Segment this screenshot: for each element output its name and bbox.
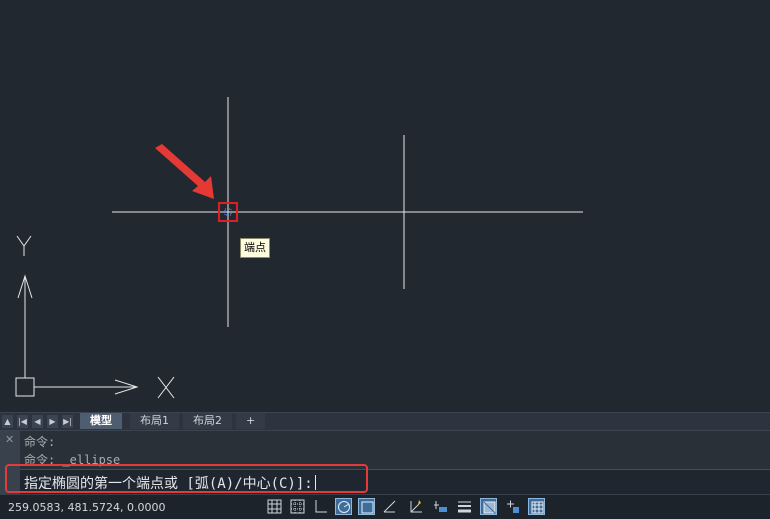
selection-cycling-icon[interactable]	[504, 498, 521, 515]
tab-add-layout[interactable]: +	[236, 413, 266, 429]
object-snap-icon[interactable]	[358, 498, 375, 515]
first-tab-icon[interactable]: |◀	[17, 415, 28, 428]
tab-model[interactable]: 模型	[80, 413, 122, 429]
layout-tab-bar: ▲ |◀ ◀ ▶ ▶| 模型 布局1 布局2 +	[0, 412, 770, 430]
snap-mode-icon[interactable]	[289, 498, 306, 515]
grid-display-icon[interactable]	[266, 498, 283, 515]
lineweight-icon[interactable]	[456, 498, 473, 515]
tab-layout2[interactable]: 布局2	[183, 413, 232, 429]
ucs-y-label	[16, 235, 32, 247]
command-input[interactable]: 指定椭圆的第一个端点或 [弧(A)/中心(C)]:	[20, 469, 770, 496]
next-tab-icon[interactable]: ▶	[47, 415, 58, 428]
command-gutter: ✕	[0, 431, 20, 495]
annotation-monitor-icon[interactable]	[528, 498, 545, 515]
drawing-canvas[interactable]	[0, 0, 770, 412]
close-icon[interactable]: ✕	[5, 433, 14, 446]
tab-scroll-up-icon[interactable]: ▲	[2, 415, 13, 428]
dynamic-ucs-icon[interactable]	[407, 498, 424, 515]
status-bar: 259.0583, 481.5724, 0.0000	[0, 494, 770, 519]
tab-layout1[interactable]: 布局1	[130, 413, 179, 429]
ucs-icon	[15, 235, 175, 399]
dynamic-input-icon[interactable]	[432, 498, 449, 515]
snap-tooltip: 端点	[240, 238, 270, 258]
command-history-line: 命令: _ellipse	[24, 453, 121, 467]
transparency-icon[interactable]	[480, 498, 497, 515]
command-prompt-text: 指定椭圆的第一个端点或 [弧(A)/中心(C)]:	[24, 476, 313, 492]
object-snap-tracking-icon[interactable]	[381, 498, 398, 515]
prev-tab-icon[interactable]: ◀	[32, 415, 43, 428]
ortho-mode-icon[interactable]	[312, 498, 329, 515]
last-tab-icon[interactable]: ▶|	[62, 415, 73, 428]
command-window: ✕ 命令: 命令: _ellipse 指定椭圆的第一个端点或 [弧(A)/中心(…	[0, 430, 770, 496]
coordinate-readout: 259.0583, 481.5724, 0.0000	[8, 501, 166, 514]
annotation-arrow-icon	[155, 144, 214, 199]
command-history-line: 命令:	[24, 435, 56, 449]
text-caret	[314, 475, 316, 490]
polar-tracking-icon[interactable]	[335, 498, 352, 515]
